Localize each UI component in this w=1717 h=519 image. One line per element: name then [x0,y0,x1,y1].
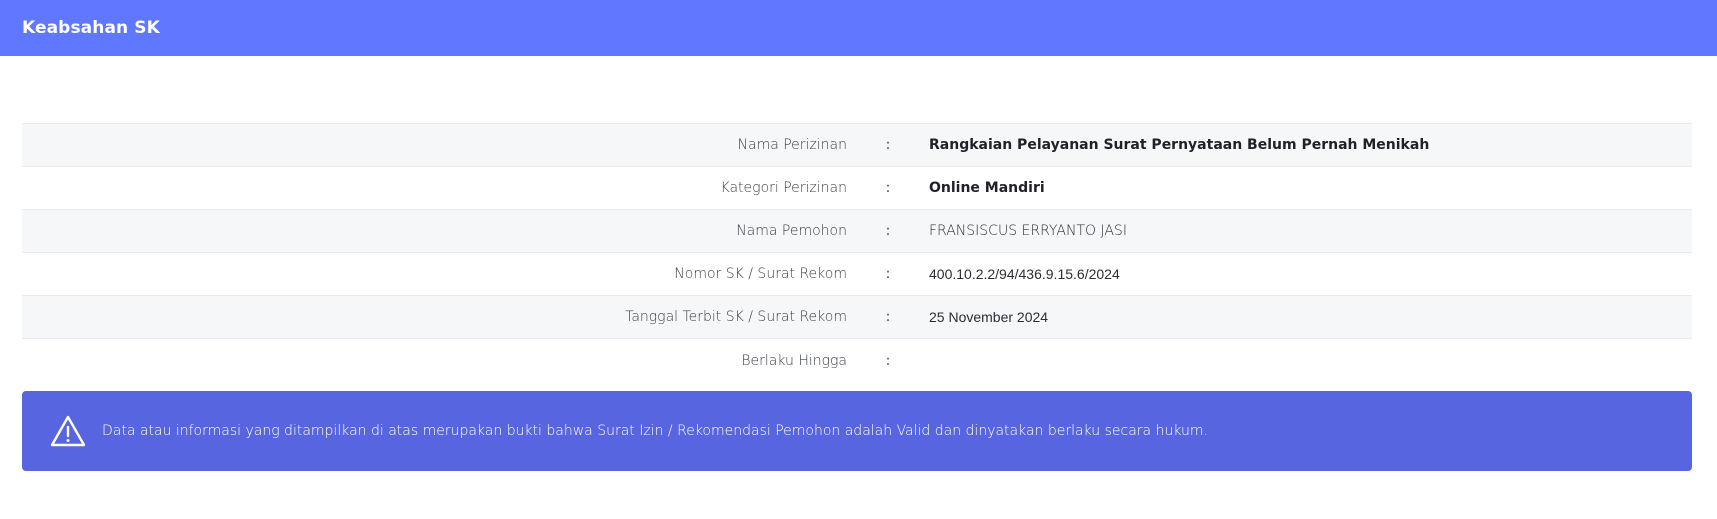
detail-label: Berlaku Hingga [741,352,847,369]
detail-label: Kategori Perizinan [720,180,847,196]
details-table: Nama Perizinan : Rangkaian Pelayanan Sur… [22,123,1692,382]
table-row: Nama Pemohon : FRANSISCUS ERRYANTO JASI [22,210,1692,253]
table-row: Nama Perizinan : Rangkaian Pelayanan Sur… [22,124,1692,167]
detail-value: Online Mandiri [929,180,1045,196]
detail-separator: : [885,180,891,196]
detail-separator: : [885,223,891,239]
detail-value: Rangkaian Pelayanan Surat Pernyataan Bel… [929,137,1430,153]
detail-label: Nama Pemohon [736,223,847,239]
detail-label: Nama Perizinan [737,137,847,153]
detail-value: 400.10.2.2/94/436.9.15.6/2024 [929,266,1120,282]
alert-message: Data atau informasi yang ditampilkan di … [102,423,1208,439]
table-row: Kategori Perizinan : Online Mandiri [22,167,1692,210]
page-header: Keabsahan SK [0,0,1717,56]
detail-value: FRANSISCUS ERRYANTO JASI [929,223,1127,239]
table-row: Tanggal Terbit SK / Surat Rekom : 25 Nov… [22,296,1692,339]
detail-value: 25 November 2024 [929,309,1049,325]
detail-separator: : [885,137,891,153]
table-row: Berlaku Hingga : [22,339,1692,382]
detail-label: Tanggal Terbit SK / Surat Rekom [625,309,847,325]
detail-separator: : [885,309,891,325]
warning-triangle-icon [50,415,86,447]
detail-label: Nomor SK / Surat Rekom [674,266,847,282]
page-title: Keabsahan SK [22,18,160,38]
validity-alert: Data atau informasi yang ditampilkan di … [22,391,1692,471]
main-content: Nama Perizinan : Rangkaian Pelayanan Sur… [0,56,1717,471]
detail-separator: : [885,266,891,282]
detail-separator: : [885,352,891,369]
table-row: Nomor SK / Surat Rekom : 400.10.2.2/94/4… [22,253,1692,296]
